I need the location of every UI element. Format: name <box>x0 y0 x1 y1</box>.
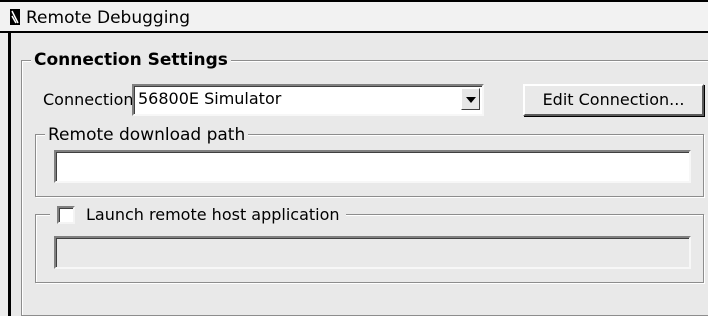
remote-download-title: Remote download path <box>45 125 249 145</box>
connection-label: Connection: <box>43 90 139 109</box>
dropdown-arrow-icon[interactable] <box>461 88 480 110</box>
window-title: Remote Debugging <box>26 8 190 28</box>
edit-connection-button[interactable]: Edit Connection... <box>523 84 704 116</box>
connection-value: 56800E Simulator <box>138 89 282 108</box>
launch-remote-checkbox[interactable] <box>57 206 75 224</box>
remote-download-input[interactable] <box>54 150 691 183</box>
launch-remote-input <box>54 236 691 269</box>
launch-remote-label[interactable]: Launch remote host application <box>86 205 340 225</box>
window-title-bar: Remote Debugging <box>0 0 708 33</box>
document-icon <box>10 9 20 25</box>
connection-select[interactable]: 56800E Simulator <box>132 84 484 116</box>
connection-settings-title: Connection Settings <box>31 50 231 70</box>
